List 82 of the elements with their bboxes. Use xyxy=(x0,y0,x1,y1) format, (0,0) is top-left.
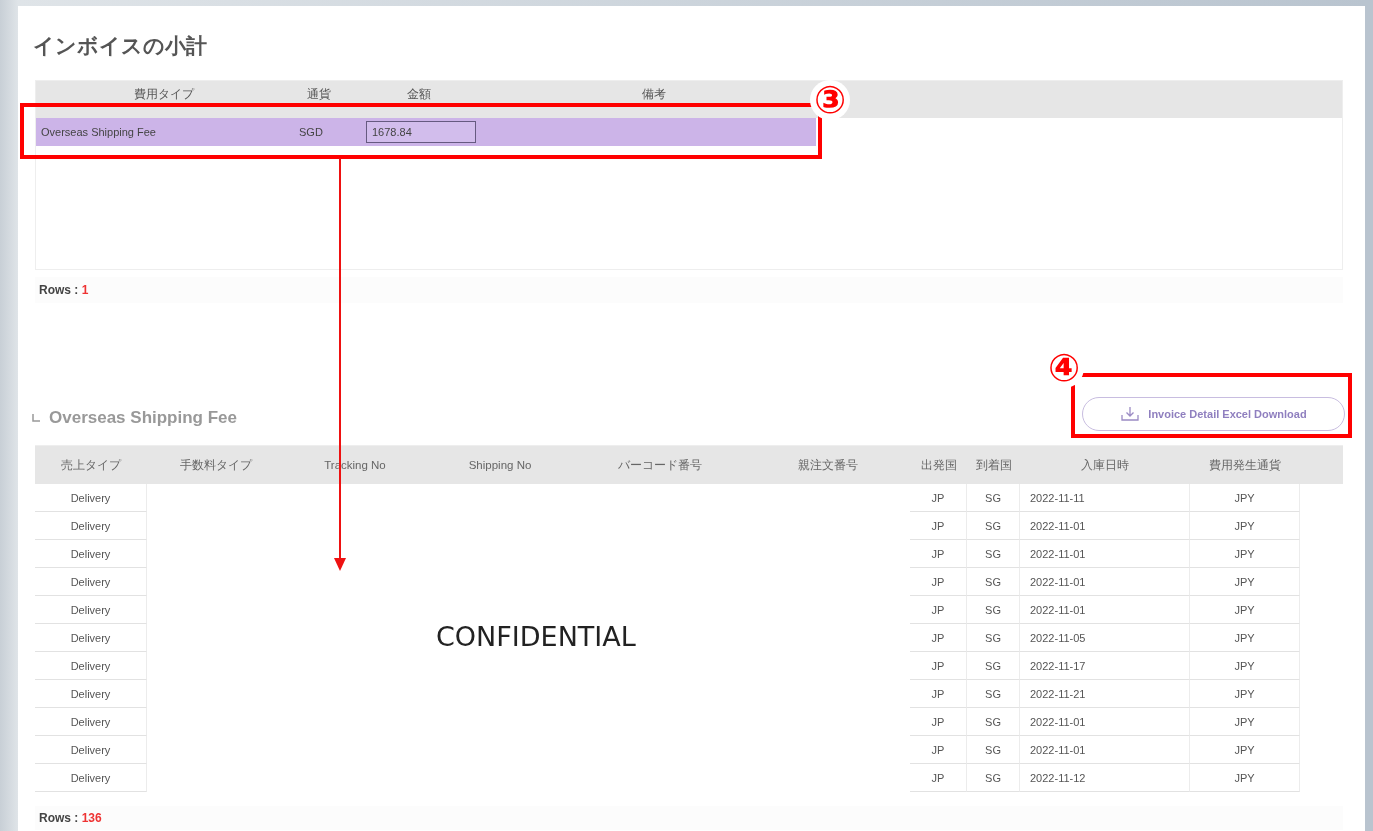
table-cell: JP xyxy=(931,687,945,700)
table-cell: 2022-11-01 xyxy=(1030,547,1086,560)
column-header: 出発国 xyxy=(919,457,958,473)
table-cell: JP xyxy=(931,491,945,504)
table-cell: SG xyxy=(985,771,1001,784)
table-cell: JP xyxy=(931,575,945,588)
table-cell: SG xyxy=(985,743,1001,756)
table-cell: SG xyxy=(985,603,1001,616)
table-cell: JP xyxy=(931,519,945,532)
table-cell: 2022-11-17 xyxy=(1030,659,1086,672)
column-header: 売上タイプ xyxy=(60,457,123,473)
table-cell: 2022-11-01 xyxy=(1030,603,1086,616)
section-title: インボイスの小計 xyxy=(33,33,208,59)
table-cell: SG xyxy=(985,519,1001,532)
column-header: 手数料タイプ xyxy=(179,457,254,473)
column-header: 費用タイプ xyxy=(132,86,196,103)
table-cell: Delivery xyxy=(70,715,111,728)
table-cell: Delivery xyxy=(70,687,111,700)
table-cell: JP xyxy=(931,547,945,560)
table-cell: 2022-11-01 xyxy=(1030,575,1086,588)
table-cell: JPY xyxy=(1234,547,1255,560)
column-header: 金額 xyxy=(405,86,432,103)
table-cell: JPY xyxy=(1234,603,1255,616)
column-header: 到着国 xyxy=(974,457,1013,473)
table-cell: JP xyxy=(931,631,945,644)
table-cell: 2022-11-01 xyxy=(1030,519,1086,532)
table-cell: Delivery xyxy=(70,547,111,560)
column-header: 費用発生通貨 xyxy=(1208,457,1282,473)
table-cell: SG xyxy=(985,575,1001,588)
table-row[interactable]: Overseas Shipping Fee SGD 1678.84 xyxy=(36,118,816,146)
table-cell: JPY xyxy=(1234,687,1255,700)
table-cell: 2022-11-05 xyxy=(1030,631,1086,644)
rows-label: Rows : xyxy=(39,811,80,825)
column-header: Shipping No xyxy=(467,459,533,471)
table-cell: SG xyxy=(985,687,1001,700)
table-cell: SG xyxy=(985,631,1001,644)
table-cell: Overseas Shipping Fee xyxy=(41,126,156,138)
table-cell: 2022-11-12 xyxy=(1030,771,1086,784)
table-cell: SGD xyxy=(299,126,323,138)
table-cell: Delivery xyxy=(70,603,111,616)
table-cell: 2022-11-11 xyxy=(1030,491,1085,504)
table-cell: JPY xyxy=(1234,631,1255,644)
column-header: 親注文番号 xyxy=(796,457,859,473)
table-cell: Delivery xyxy=(70,631,111,644)
table-cell: JP xyxy=(931,659,945,672)
table-cell: SG xyxy=(985,547,1001,560)
table-cell: JPY xyxy=(1234,771,1255,784)
table-cell: JPY xyxy=(1234,491,1255,504)
column-header: バーコード番号 xyxy=(617,457,703,473)
rows-count: 1 xyxy=(81,283,89,297)
table-cell: JPY xyxy=(1234,519,1255,532)
column-header: 入庫日時 xyxy=(1080,457,1130,473)
table-cell: JP xyxy=(931,603,945,616)
table-cell: 2022-11-21 xyxy=(1030,687,1086,700)
table-cell: JPY xyxy=(1234,715,1255,728)
download-icon xyxy=(1120,406,1141,422)
table-cell: Delivery xyxy=(70,491,111,504)
rows-count: 136 xyxy=(81,811,102,825)
table-cell: SG xyxy=(985,715,1001,728)
table-cell: 2022-11-01 xyxy=(1030,743,1086,756)
table-cell: Delivery xyxy=(70,575,111,588)
column-header: 通貨 xyxy=(305,86,332,103)
download-button[interactable]: Invoice Detail Excel Download xyxy=(1082,397,1345,431)
table-cell: Delivery xyxy=(70,743,111,756)
table-cell: SG xyxy=(985,491,1001,504)
rows-label: Rows : xyxy=(39,283,80,297)
table-cell: JPY xyxy=(1234,575,1255,588)
column-header: 備考 xyxy=(640,86,667,103)
table-cell: JPY xyxy=(1234,743,1255,756)
table-cell: JP xyxy=(931,771,945,784)
table-cell: SG xyxy=(985,659,1001,672)
table-cell: JP xyxy=(931,743,945,756)
table-cell: Delivery xyxy=(70,519,111,532)
table-cell: 2022-11-01 xyxy=(1030,715,1086,728)
table-cell: JPY xyxy=(1234,659,1255,672)
corner-icon xyxy=(32,414,40,422)
overlay-text: CONFIDENTIAL xyxy=(436,621,636,652)
table-cell: Delivery xyxy=(70,659,111,672)
table-cell: Delivery xyxy=(70,771,111,784)
section-title: Overseas Shipping Fee xyxy=(49,408,237,428)
table-cell: JP xyxy=(931,715,945,728)
amount-field[interactable]: 1678.84 xyxy=(366,121,476,143)
